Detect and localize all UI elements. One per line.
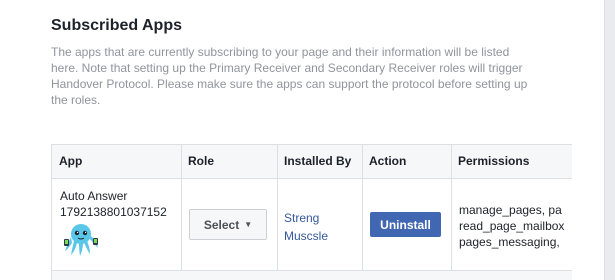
column-divider	[181, 145, 182, 280]
uninstall-button[interactable]: Uninstall	[370, 212, 441, 237]
role-select-button[interactable]: Select ▼	[189, 209, 267, 240]
header-app: App	[59, 154, 83, 168]
installed-by-last-name: Muscsle	[284, 229, 329, 243]
app-name: Auto Answer	[60, 189, 128, 203]
octopus-icon	[64, 224, 98, 256]
app-info: Auto Answer 1792138801037152	[60, 188, 167, 220]
header-permissions: Permissions	[458, 154, 530, 168]
header-action: Action	[369, 154, 407, 168]
table-header: App Role Installed By Action Permissions	[52, 145, 572, 179]
app-id: 1792138801037152	[60, 205, 167, 219]
panel-divider	[604, 0, 605, 280]
column-divider	[451, 145, 452, 280]
subscribed-apps-table: App Role Installed By Action Permissions…	[51, 144, 572, 280]
installed-by-first-name: Streng	[284, 211, 320, 225]
installed-by-link[interactable]: Streng Muscsle	[284, 209, 328, 245]
role-select-label: Select	[203, 217, 240, 232]
header-installed-by: Installed By	[284, 154, 352, 168]
permissions-line: manage_pages, pa	[459, 203, 562, 217]
permissions-line: pages_messaging,	[459, 235, 560, 249]
column-divider	[277, 145, 278, 280]
caret-down-icon: ▼	[244, 220, 253, 229]
table-row	[52, 270, 572, 280]
header-role: Role	[188, 154, 215, 168]
section-title: Subscribed Apps	[51, 17, 182, 34]
permissions-line: read_page_mailbox	[459, 219, 565, 233]
section-description: The apps that are currently subscribing …	[51, 45, 528, 107]
permissions-list: manage_pages, pa read_page_mailbox pages…	[459, 202, 564, 250]
column-divider	[362, 145, 363, 280]
subscribed-apps-panel: Subscribed Apps The apps that are curren…	[0, 0, 604, 280]
